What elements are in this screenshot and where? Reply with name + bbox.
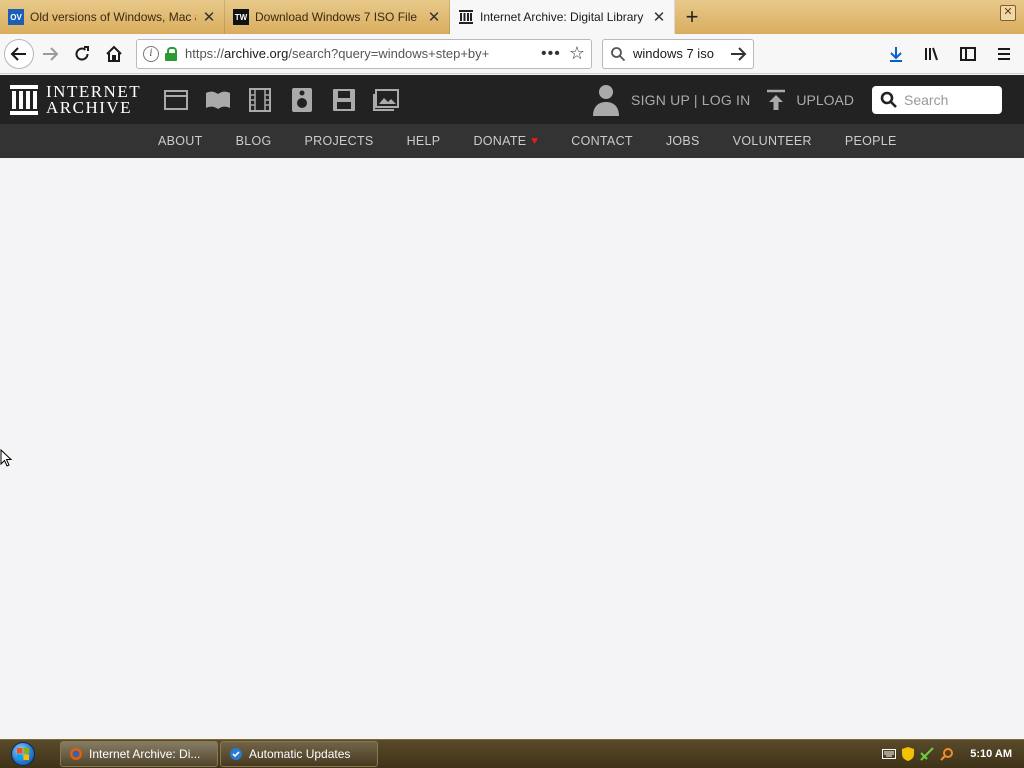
start-button[interactable]: [0, 740, 46, 768]
downloads-button[interactable]: [880, 38, 912, 70]
taskbar-button-label: Automatic Updates: [249, 747, 351, 761]
search-input[interactable]: windows 7 iso: [633, 46, 729, 61]
security-shield-icon[interactable]: [902, 747, 915, 761]
url-prefix: https://: [185, 46, 225, 61]
texts-icon[interactable]: [205, 87, 231, 113]
tab-title: Internet Archive: Digital Library: [480, 10, 644, 24]
tab-download-windows7[interactable]: TW Download Windows 7 ISO File ✕: [225, 0, 450, 34]
nav-help[interactable]: HELP: [407, 134, 441, 148]
nav-contact[interactable]: CONTACT: [571, 134, 633, 148]
upload-link[interactable]: UPLOAD: [766, 89, 854, 111]
logo-text-line2: ARCHIVE: [46, 97, 133, 117]
web-icon[interactable]: [163, 87, 189, 113]
system-tray: 5:10 AM: [882, 747, 1012, 761]
url-host: archive.org: [224, 46, 289, 61]
taskbar-firefox-window[interactable]: Internet Archive: Di...: [60, 741, 218, 767]
new-tab-button[interactable]: +: [675, 0, 709, 34]
nav-donate[interactable]: DONATE ♥: [473, 134, 538, 148]
nav-projects[interactable]: PROJECTS: [305, 134, 374, 148]
audio-icon[interactable]: [289, 87, 315, 113]
reload-button[interactable]: [66, 38, 98, 70]
close-tab-icon[interactable]: ✕: [202, 8, 216, 26]
media-type-nav: [163, 87, 400, 113]
keyboard-icon[interactable]: [882, 749, 897, 759]
taskbar-automatic-updates[interactable]: Automatic Updates: [220, 741, 378, 767]
network-icon[interactable]: [920, 747, 934, 761]
site-info-icon[interactable]: i: [143, 45, 159, 62]
back-arrow-icon: [10, 46, 26, 61]
ia-logo[interactable]: INTERNET ARCHIVE: [10, 83, 141, 117]
nav-people[interactable]: PEOPLE: [845, 134, 897, 148]
taskbar-button-label: Internet Archive: Di...: [89, 747, 201, 761]
tab-old-versions[interactable]: OV Old versions of Windows, Mac a ✕: [0, 0, 225, 34]
url-text[interactable]: https://archive.org/search?query=windows…: [185, 46, 533, 61]
back-button[interactable]: [4, 38, 34, 69]
forward-button[interactable]: [34, 38, 66, 70]
archive-building-icon: [10, 84, 38, 115]
url-path: /search?query=windows+step+by+: [288, 46, 490, 61]
techworm-favicon-icon: TW: [233, 9, 249, 25]
windows-logo-icon: [11, 742, 35, 766]
nav-about[interactable]: ABOUT: [158, 134, 203, 148]
tab-strip: OV Old versions of Windows, Mac a ✕ TW D…: [0, 0, 1024, 34]
home-icon: [106, 45, 122, 62]
nav-jobs[interactable]: JOBS: [666, 134, 700, 148]
hamburger-menu-icon: [998, 47, 1010, 60]
tab-title: Old versions of Windows, Mac a: [30, 10, 196, 24]
library-button[interactable]: [916, 38, 948, 70]
firefox-icon: [70, 748, 82, 760]
page-actions-icon[interactable]: •••: [541, 45, 561, 63]
sidebar-button[interactable]: [952, 38, 984, 70]
menu-button[interactable]: [988, 38, 1020, 70]
lock-icon[interactable]: [165, 46, 177, 61]
heart-icon: ♥: [531, 135, 539, 147]
toolbar-buttons: [880, 38, 1020, 70]
ia-search-box[interactable]: Search: [872, 85, 1002, 114]
browser-search-bar[interactable]: windows 7 iso: [602, 38, 754, 69]
archive-favicon-icon: [458, 9, 474, 25]
search-go-arrow-icon[interactable]: [729, 45, 747, 63]
close-tab-icon[interactable]: ✕: [427, 8, 441, 26]
library-icon: [925, 47, 938, 60]
search-tray-icon[interactable]: [940, 747, 954, 761]
taskbar-clock[interactable]: 5:10 AM: [970, 748, 1012, 760]
page-content-area: [0, 158, 1024, 739]
tab-title: Download Windows 7 ISO File: [255, 10, 418, 24]
ia-search-input[interactable]: Search: [904, 92, 948, 108]
bookmark-star-icon[interactable]: ☆: [569, 43, 585, 64]
reload-icon: [75, 45, 89, 61]
video-icon[interactable]: [247, 87, 273, 113]
nav-volunteer[interactable]: VOLUNTEER: [733, 134, 812, 148]
account-area: SIGN UP | LOG IN: [593, 84, 750, 116]
nav-donate-label: DONATE: [473, 134, 527, 148]
close-tab-icon[interactable]: ✕: [652, 8, 666, 26]
oldversion-favicon-icon: OV: [8, 9, 24, 25]
nav-blog[interactable]: BLOG: [236, 134, 272, 148]
mouse-cursor-icon: [0, 449, 12, 467]
search-icon: [880, 91, 897, 108]
images-icon[interactable]: [373, 87, 400, 113]
signup-login-link[interactable]: SIGN UP | LOG IN: [631, 92, 750, 108]
windows-taskbar: Internet Archive: Di... Automatic Update…: [0, 739, 1024, 768]
upload-arrow-icon: [767, 89, 786, 110]
tab-internet-archive[interactable]: Internet Archive: Digital Library ✕: [450, 0, 675, 34]
windows-update-icon: [230, 748, 242, 760]
upload-label: UPLOAD: [796, 91, 854, 108]
search-icon: [611, 46, 626, 61]
download-icon: [890, 46, 902, 62]
home-button[interactable]: [98, 38, 130, 70]
window-close-button[interactable]: ✕: [1000, 5, 1016, 21]
forward-arrow-icon: [43, 46, 59, 61]
user-avatar-icon[interactable]: [593, 84, 620, 116]
sidebar-icon: [960, 46, 976, 61]
software-icon[interactable]: [331, 87, 357, 113]
navigation-toolbar: i https://archive.org/search?query=windo…: [0, 34, 1024, 74]
ia-top-header: INTERNET ARCHIVE SIGN UP | LOG IN UPLOAD…: [0, 75, 1024, 124]
ia-sub-nav: ABOUT BLOG PROJECTS HELP DONATE ♥ CONTAC…: [0, 124, 1024, 158]
address-bar[interactable]: i https://archive.org/search?query=windo…: [136, 38, 592, 69]
